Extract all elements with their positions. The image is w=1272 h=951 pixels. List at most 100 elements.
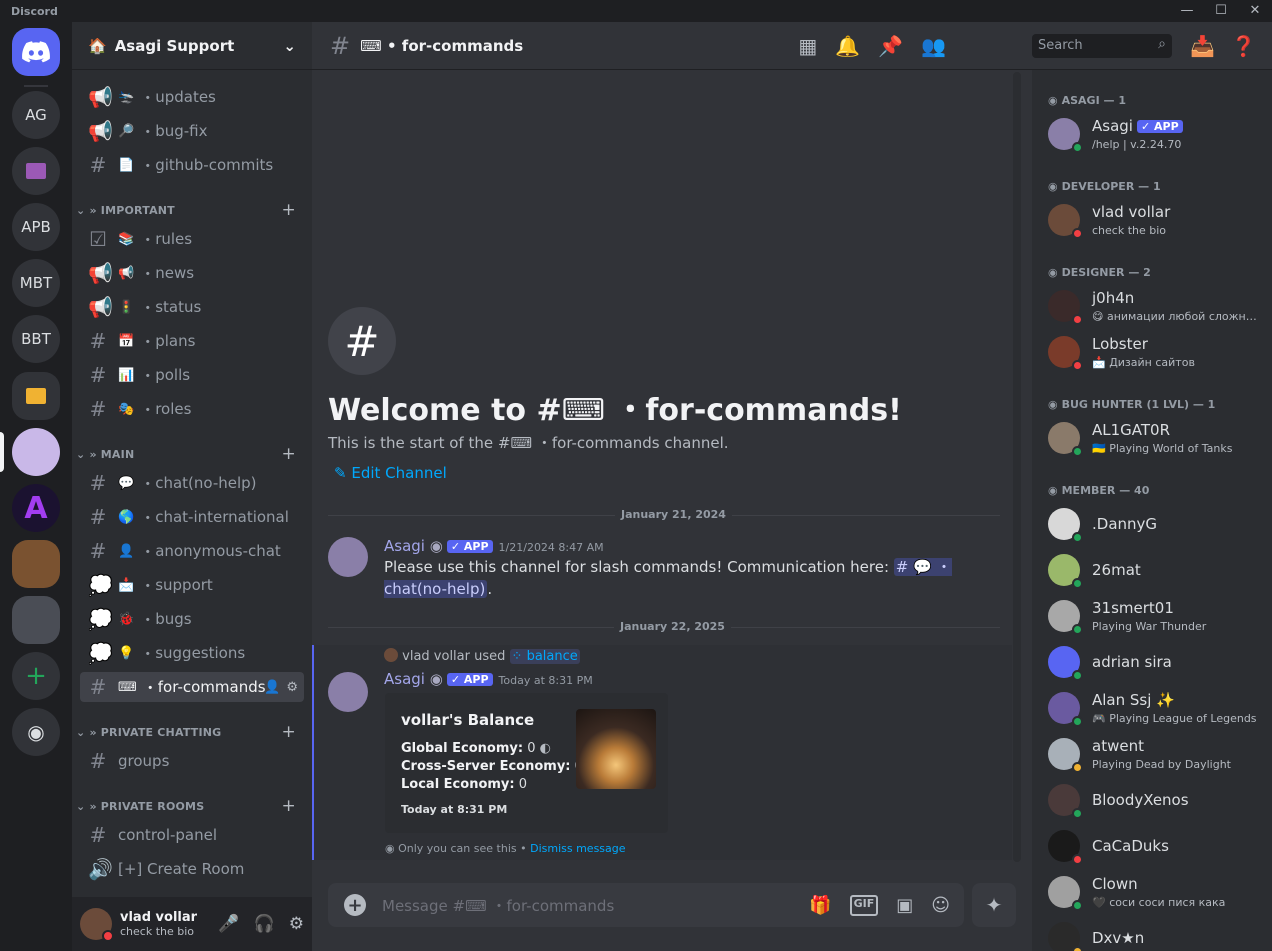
guild-bbt[interactable]: BBT xyxy=(12,315,60,363)
avatar[interactable] xyxy=(328,537,368,577)
bell-icon[interactable]: 🔔 xyxy=(835,34,860,58)
channel-chat-no-help[interactable]: # 💬 ・ chat(no-help) xyxy=(80,468,304,498)
member-item[interactable]: .DannyG xyxy=(1048,504,1272,548)
gear-icon[interactable]: ⚙ xyxy=(286,680,298,695)
invite-icon[interactable]: 👤 xyxy=(264,680,280,695)
channel-support[interactable]: 💭 📩 ・ support xyxy=(80,570,304,600)
avatar[interactable] xyxy=(1048,830,1083,865)
avatar[interactable] xyxy=(1048,508,1083,543)
attach-plus-icon[interactable]: + xyxy=(344,894,366,916)
pin-icon[interactable]: 📌 xyxy=(878,34,903,58)
channel-polls[interactable]: # 📊 ・ polls xyxy=(80,360,304,390)
member-item[interactable]: Asagi ✓ APP/help | v.2.24.70 xyxy=(1048,114,1272,158)
gift-icon[interactable]: 🎁 xyxy=(809,895,831,916)
member-item[interactable]: Clown 🖤 соси соси пися кака xyxy=(1048,872,1272,916)
avatar[interactable] xyxy=(1048,118,1083,153)
add-server-button[interactable]: + xyxy=(12,652,60,700)
channel-plans[interactable]: # 📅 ・ plans xyxy=(80,326,304,356)
avatar[interactable] xyxy=(1048,876,1083,911)
guild-mbt[interactable]: MBT xyxy=(12,259,60,307)
avatar[interactable] xyxy=(1048,922,1083,951)
channel-bugs[interactable]: 💭 🐞 ・ bugs xyxy=(80,604,304,634)
member-list-icon[interactable]: 👥 xyxy=(921,34,946,58)
reply-user[interactable]: vlad vollar xyxy=(402,649,470,664)
avatar[interactable] xyxy=(1048,692,1083,727)
slash-command-tag[interactable]: ⁘ balance xyxy=(509,649,580,664)
avatar[interactable] xyxy=(1048,738,1083,773)
guild-asagi-support[interactable] xyxy=(12,428,60,476)
server-header[interactable]: 🏠 Asagi Support ⌄ xyxy=(72,22,312,70)
category-private-chatting[interactable]: ⌄ » PRIVATE CHATTING + xyxy=(76,722,304,742)
gif-icon[interactable]: GIF xyxy=(849,894,879,916)
scrollbar[interactable] xyxy=(1013,72,1021,862)
guild-folder-purple[interactable] xyxy=(12,147,60,195)
microphone-icon[interactable]: 🎤 xyxy=(218,914,239,934)
headphones-icon[interactable]: 🎧 xyxy=(254,914,275,934)
avatar[interactable] xyxy=(80,908,114,942)
avatar[interactable] xyxy=(1048,336,1083,371)
channel-suggestions[interactable]: 💭 💡 ・ suggestions xyxy=(80,638,304,668)
channel-github-commits[interactable]: # 📄 ・ github-commits xyxy=(80,150,304,180)
avatar[interactable] xyxy=(328,672,368,712)
channel-updates[interactable]: 📢 🛬 ・ updates xyxy=(80,82,304,112)
avatar[interactable] xyxy=(1048,554,1083,589)
member-item[interactable]: Lobster 📩 Дизайн сайтов xyxy=(1048,332,1272,376)
message-author[interactable]: Asagi xyxy=(384,670,425,688)
create-channel-icon[interactable]: + xyxy=(282,722,296,742)
message-author[interactable]: Asagi xyxy=(384,537,425,555)
discover-button[interactable]: ◉ xyxy=(12,708,60,756)
minimize-button[interactable]: — xyxy=(1170,0,1204,22)
channel-status[interactable]: 📢 🚦 ・ status xyxy=(80,292,304,322)
username[interactable]: vlad vollar xyxy=(120,910,218,925)
guild-ag[interactable]: AG xyxy=(12,91,60,139)
guild-folder-mixed[interactable] xyxy=(12,596,60,644)
create-channel-icon[interactable]: + xyxy=(282,796,296,816)
edit-channel-link[interactable]: ✎ Edit Channel xyxy=(334,464,447,482)
channel-chat-international[interactable]: # 🌎 ・ chat-international xyxy=(80,502,304,532)
guild-apb[interactable]: APB xyxy=(12,203,60,251)
home-button[interactable] xyxy=(12,28,60,76)
close-window-button[interactable]: ✕ xyxy=(1238,0,1272,22)
emoji-icon[interactable]: ☺ xyxy=(931,895,950,916)
message-input-placeholder[interactable]: Message #⌨ ・for-commands xyxy=(382,895,614,916)
member-item[interactable]: atwent Playing Dead by Daylight xyxy=(1048,734,1272,778)
avatar[interactable] xyxy=(1048,646,1083,681)
member-item[interactable]: 31smert01 Playing War Thunder xyxy=(1048,596,1272,640)
guild-brown[interactable] xyxy=(12,540,60,588)
member-item[interactable]: BloodyXenos xyxy=(1048,780,1272,824)
sticker-icon[interactable]: ▣ xyxy=(896,895,913,916)
channel-bug-fix[interactable]: 📢 🔎 ・ bug-fix xyxy=(80,116,304,146)
channel-roles[interactable]: # 🎭 ・ roles xyxy=(80,394,304,424)
message-composer[interactable]: + Message #⌨ ・for-commands 🎁 GIF ▣ ☺ xyxy=(328,883,964,927)
create-channel-icon[interactable]: + xyxy=(282,444,296,464)
maximize-button[interactable]: ☐ xyxy=(1204,0,1238,22)
avatar[interactable] xyxy=(1048,784,1083,819)
channel-for-commands[interactable]: # ⌨ ・ for-commands 👤 ⚙ xyxy=(80,672,304,702)
channel-rules[interactable]: ☑ 📚 ・ rules xyxy=(80,224,304,254)
category-private-rooms[interactable]: ⌄ » PRIVATE ROOMS + xyxy=(76,796,304,816)
member-item[interactable]: 26mat xyxy=(1048,550,1272,594)
member-item[interactable]: j0h4n 😋 анимации любой сложности xyxy=(1048,286,1272,330)
help-icon[interactable]: ❓ xyxy=(1231,34,1256,58)
avatar[interactable] xyxy=(1048,290,1083,325)
gear-icon[interactable]: ⚙ xyxy=(289,914,304,934)
channel-news[interactable]: 📢 📢 ・ news xyxy=(80,258,304,288)
channel-groups[interactable]: # groups xyxy=(80,746,304,776)
guild-purple-a[interactable]: A xyxy=(12,484,60,532)
member-item[interactable]: Alan Ssj ✨ 🎮 Playing League of Legends xyxy=(1048,688,1272,732)
threads-icon[interactable]: ▦ xyxy=(798,34,817,58)
create-channel-icon[interactable]: + xyxy=(282,200,296,220)
search-input[interactable]: Search ⌕ xyxy=(1032,34,1172,58)
category-main[interactable]: ⌄ » MAIN + xyxy=(76,444,304,464)
member-item[interactable]: vlad vollar check the bio xyxy=(1048,200,1272,244)
channel-create-room[interactable]: 🔊 [+] Create Room xyxy=(80,854,304,884)
member-item[interactable]: CaCaDuks xyxy=(1048,826,1272,870)
inbox-icon[interactable]: 📥 xyxy=(1190,34,1215,58)
member-item[interactable]: adrian sira xyxy=(1048,642,1272,686)
channel-anonymous-chat[interactable]: # 👤 ・ anonymous-chat xyxy=(80,536,304,566)
channel-control-panel[interactable]: # control-panel xyxy=(80,820,304,850)
member-item[interactable]: Dxv★n xyxy=(1048,918,1272,951)
dismiss-message-link[interactable]: Dismiss message xyxy=(530,842,625,855)
member-item[interactable]: AL1GAT0R 🇺🇦 Playing World of Tanks xyxy=(1048,418,1272,462)
apps-button[interactable]: ✦ xyxy=(972,883,1016,927)
